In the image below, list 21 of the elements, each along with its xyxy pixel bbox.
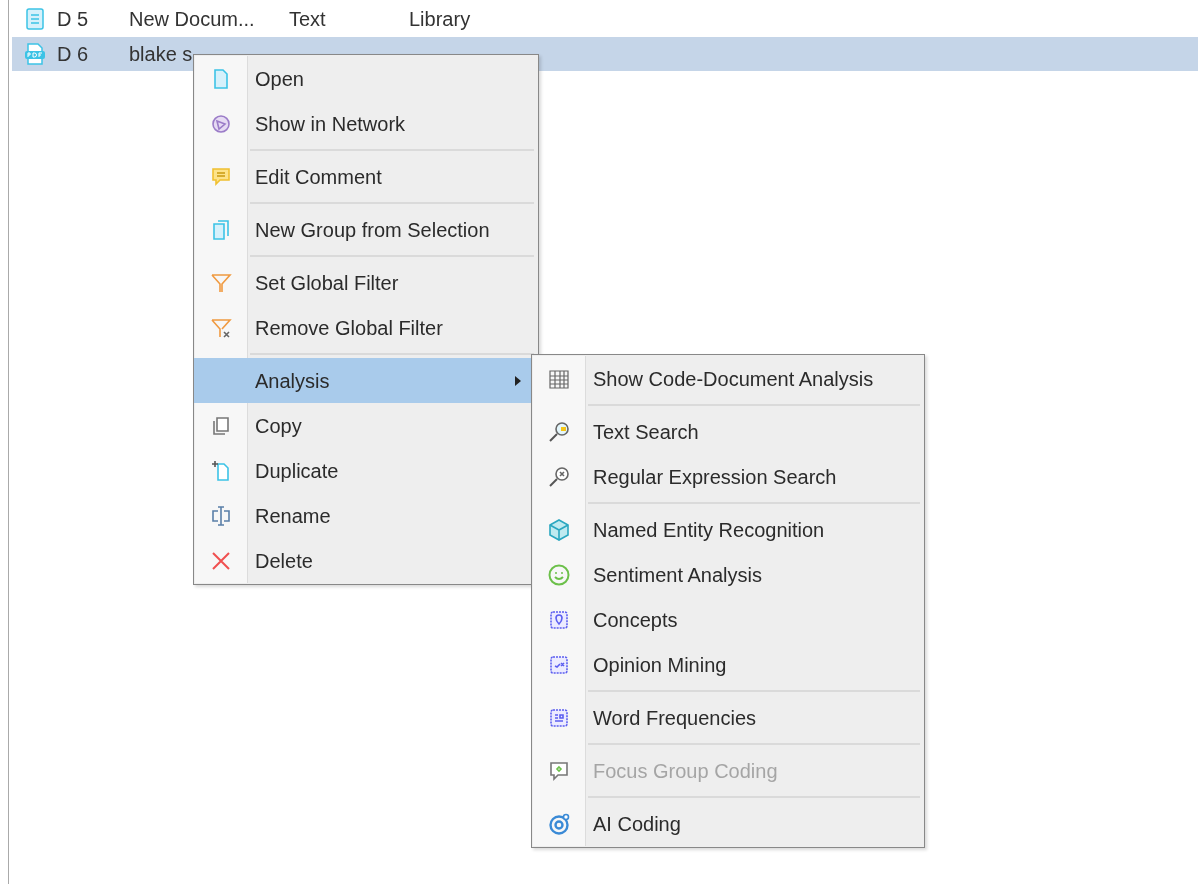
menu-item[interactable]: Show in Network: [194, 101, 538, 146]
submenu-arrow-icon: [514, 374, 522, 387]
menu-item[interactable]: Set Global Filter: [194, 260, 538, 305]
menu-item[interactable]: Word Frequencies: [532, 695, 924, 740]
menu-item[interactable]: AI Coding: [532, 801, 924, 846]
table-row[interactable]: D 5 New Docum... Text Library: [12, 0, 1198, 37]
table-cell-text: D 6: [57, 42, 90, 67]
menu-item[interactable]: Opinion Mining: [532, 642, 924, 687]
cube-icon: [546, 517, 571, 542]
menu-item[interactable]: Remove Global Filter: [194, 305, 538, 350]
pdf-file-icon: [22, 42, 47, 66]
table-cell-text: blake s: [129, 42, 194, 67]
menu-item[interactable]: New Group from Selection: [194, 207, 538, 252]
table-cell-text: New Docum...: [129, 6, 256, 32]
table-cell-text: D 5: [57, 6, 90, 32]
smiley-icon: [546, 562, 571, 587]
table-cell-text: Text: [289, 6, 327, 32]
table-cell-text: Library: [409, 6, 471, 32]
ring-icon: [546, 811, 571, 836]
menu-item[interactable]: Edit Comment: [194, 154, 538, 199]
menu-item[interactable]: Concepts: [532, 597, 924, 642]
